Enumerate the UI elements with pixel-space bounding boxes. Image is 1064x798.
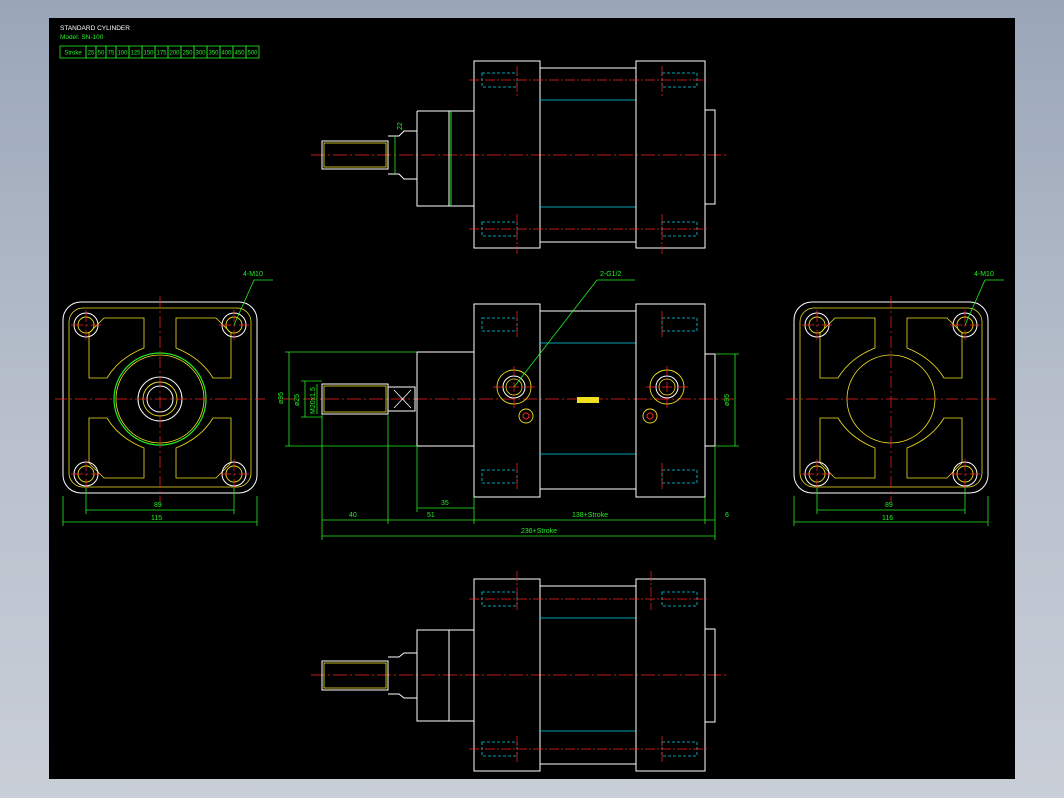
stroke-table-value: 500 <box>247 51 258 57</box>
front-end-block <box>635 303 706 498</box>
dim-dia95-left: ø95 <box>278 392 285 404</box>
top-front-cover <box>416 110 450 207</box>
front-end-cap <box>704 353 716 447</box>
dim-138: 138+Stroke <box>572 512 608 519</box>
left-callout-text: 4-M10 <box>243 271 263 278</box>
stroke-table-value: 250 <box>182 51 193 57</box>
stroke-table-value: 200 <box>169 51 180 57</box>
right-dim-89: 89 <box>885 502 893 509</box>
dim-35: 35 <box>441 500 449 507</box>
stroke-table-value: 400 <box>221 51 232 57</box>
model-text: Model: SN-100 <box>60 34 104 41</box>
title-block: STANDARD CYLINDER Model: SN-100 Stroke 25… <box>59 25 260 59</box>
top-tie-holes <box>481 72 698 237</box>
port-leader <box>513 279 635 388</box>
top-dim-22-text: 22 <box>397 122 404 130</box>
right-callout-text: 4-M10 <box>974 271 994 278</box>
stroke-table-value: 25 <box>88 51 95 57</box>
right-centerlines <box>786 296 996 502</box>
left-end-view: 4-M10 89 115 <box>55 271 273 526</box>
front-nameplate <box>577 397 599 403</box>
top-head-block <box>473 60 541 249</box>
left-centerlines <box>55 296 265 502</box>
dim-m20: M20x1.5 <box>310 387 317 414</box>
bottom-end-cap <box>704 628 716 723</box>
front-cushion-left <box>518 408 534 424</box>
stroke-table-value: 350 <box>208 51 219 57</box>
top-tie-centerlines <box>469 66 709 254</box>
drawing-canvas: STANDARD CYLINDER Model: SN-100 Stroke 25… <box>49 18 1015 779</box>
dim-236: 236+Stroke <box>521 528 557 535</box>
right-end-view: 4-M10 89 116 <box>786 271 1004 526</box>
stroke-table-value: 50 <box>98 51 105 57</box>
front-head-block <box>473 303 541 498</box>
stroke-table-value: 450 <box>234 51 245 57</box>
top-end-block <box>635 60 706 249</box>
stroke-table-value: 175 <box>156 51 167 57</box>
stroke-table: Stroke 25 50 75 100 125 150 175 200 250 300 350 400 4… <box>59 45 260 59</box>
stroke-table-value: 300 <box>195 51 206 57</box>
dim-51: 51 <box>427 512 435 519</box>
bottom-view <box>311 571 729 772</box>
bottom-tie-centerlines <box>469 571 709 763</box>
stroke-table-value: 75 <box>108 51 115 57</box>
dim-dia95-right: ø95 <box>724 394 731 406</box>
bottom-front-cover <box>416 629 450 722</box>
dim-40: 40 <box>349 512 357 519</box>
stroke-table-value: 100 <box>117 51 128 57</box>
front-view: 2-G1/2 ø95 ø25 M20x1.5 ø95 35 40 51 138+… <box>278 271 739 540</box>
left-dim-115: 115 <box>151 515 162 522</box>
stroke-table-value: 150 <box>143 51 154 57</box>
top-end-cap <box>704 109 716 205</box>
bottom-tie-holes <box>481 591 698 757</box>
top-front-flange <box>448 110 475 207</box>
stroke-table-value: 125 <box>130 51 141 57</box>
stroke-table-header: Stroke <box>64 51 82 57</box>
right-dim-116: 116 <box>882 515 893 522</box>
top-view: 22 <box>311 60 729 254</box>
bottom-rod <box>321 660 389 691</box>
left-dim-89: 89 <box>154 502 162 509</box>
front-cushion-right <box>642 408 658 424</box>
drawing-svg: STANDARD CYLINDER Model: SN-100 Stroke 25… <box>55 25 1004 772</box>
dim-6: 6 <box>725 512 729 519</box>
dim-dia25: ø25 <box>294 394 301 406</box>
bottom-front-flange <box>448 629 475 722</box>
bottom-rod-neck <box>388 652 418 699</box>
title-text: STANDARD CYLINDER <box>60 25 130 32</box>
port-callout-text: 2-G1/2 <box>600 271 622 278</box>
